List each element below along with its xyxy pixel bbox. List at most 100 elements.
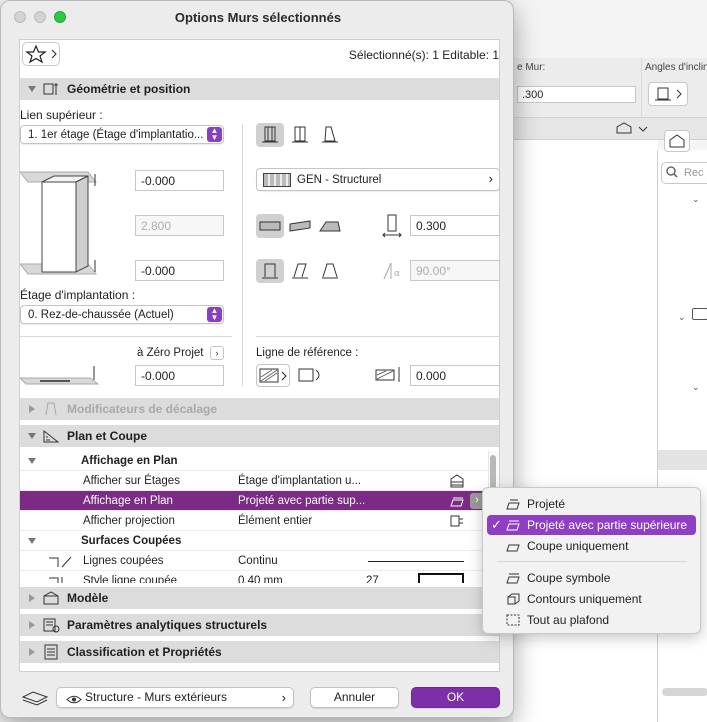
plan-settings-table: Affichage en Plan Afficher sur Étages Ét…	[20, 451, 488, 583]
cancel-button[interactable]: Annuler	[310, 687, 399, 708]
chevron-right-icon: ›	[281, 690, 286, 705]
chevron-down-icon[interactable]: ⌄	[692, 194, 700, 205]
svg-text:α: α	[394, 269, 400, 279]
disclosure-triangle-icon	[29, 621, 35, 629]
home-story-label: Étage d'implantation :	[20, 288, 136, 302]
reference-line-label: Ligne de référence :	[256, 347, 359, 359]
menu-item-contours-uniquement[interactable]: Contours uniquement	[487, 589, 696, 609]
menu-item-projete-partie-superieure[interactable]: ✓ Projeté avec partie supérieure	[487, 515, 696, 535]
projected-overhead-icon	[505, 518, 521, 532]
disclosure-triangle-icon	[28, 433, 36, 439]
group-affichage-plan[interactable]: Affichage en Plan	[20, 451, 488, 471]
folder-icon	[692, 308, 707, 320]
disclosure-triangle-icon	[29, 405, 35, 413]
top-link-select[interactable]: 1. 1er étage (Étage d'implantatio... ▲ ▼	[20, 125, 224, 144]
title-bar[interactable]: Options Murs sélectionnés	[1, 1, 513, 33]
wall-inclined-icon[interactable]	[286, 259, 314, 283]
menu-item-coupe-uniquement[interactable]: Coupe uniquement	[487, 536, 696, 556]
section-offset-modifiers[interactable]: Modificateurs de décalage	[20, 398, 499, 420]
plan-section-icon	[42, 428, 60, 444]
reference-offset-icon	[374, 364, 406, 386]
group-surfaces-coupees[interactable]: Surfaces Coupées	[20, 531, 488, 551]
wall-slanted-icon[interactable]	[286, 214, 314, 238]
zero-project-field[interactable]: -0.000	[135, 365, 224, 386]
section-title: Géométrie et position	[67, 82, 191, 96]
height-field: 2.800	[135, 215, 224, 236]
top-offset-field[interactable]: -0.000	[135, 170, 224, 191]
zero-project-diagram	[18, 364, 100, 386]
view-icon[interactable]	[615, 121, 649, 137]
reference-line-button[interactable]	[256, 364, 290, 387]
model-icon	[42, 590, 60, 606]
table-row[interactable]: Afficher projection Élément entier	[20, 511, 488, 531]
scrollbar[interactable]	[662, 688, 707, 696]
section-plan-coupe[interactable]: Plan et Coupe	[20, 425, 499, 447]
chevron-down-icon[interactable]: ⌄	[678, 312, 686, 323]
reference-offset-field[interactable]: 0.000	[410, 365, 500, 386]
offset-modifier-icon	[42, 401, 60, 417]
overhead-all-icon	[505, 613, 521, 627]
disclosure-triangle-icon	[28, 458, 36, 464]
table-row[interactable]: Lignes coupées Continu	[20, 551, 488, 571]
wall-basic-icon[interactable]	[256, 214, 284, 238]
layer-select[interactable]: Structure - Murs extérieurs ›	[56, 687, 294, 708]
navigator-tree[interactable]: Rec ⌄ ⌄ ⌄	[657, 130, 707, 722]
wall-settings-dialog: Options Murs sélectionnés Sélectionné(s)…	[0, 0, 514, 718]
wall-polygonal-icon[interactable]	[316, 123, 344, 147]
eye-icon	[66, 692, 82, 711]
composite-select[interactable]: GEN - Structurel ›	[256, 168, 500, 191]
chevron-down-icon[interactable]: ⌄	[692, 382, 700, 393]
display-options-popup: Projeté ✓ Projeté avec partie supérieure…	[482, 487, 701, 634]
disclosure-triangle-icon	[29, 648, 35, 656]
composite-icon	[263, 173, 291, 187]
search-icon	[666, 166, 678, 181]
section-modele[interactable]: Modèle	[20, 587, 499, 609]
menu-item-coupe-symbole[interactable]: Coupe symbole	[487, 568, 696, 588]
home-icon[interactable]	[664, 130, 690, 152]
flip-reference-icon[interactable]	[296, 364, 324, 387]
angle-icon: α	[381, 260, 405, 282]
menu-item-tout-au-plafond[interactable]: Tout au plafond	[487, 610, 696, 630]
wall-height-diagram	[18, 168, 130, 278]
mur-field[interactable]: .300	[517, 86, 636, 103]
favorites-button[interactable]	[22, 42, 60, 66]
wall-profiled-icon[interactable]	[316, 214, 344, 238]
menu-item-projete[interactable]: Projeté	[487, 494, 696, 514]
projected-icon	[505, 497, 521, 511]
wall-double-slanted-icon[interactable]	[316, 259, 344, 283]
wall-straight-icon[interactable]	[256, 123, 284, 147]
wall-vertical-icon[interactable]	[256, 259, 284, 283]
outlines-icon	[505, 592, 521, 606]
disclosure-triangle-icon	[28, 86, 36, 92]
section-analytics[interactable]: Paramètres analytiques structurels	[20, 614, 499, 636]
table-row[interactable]: Afficher sur Étages Étage d'implantation…	[20, 471, 488, 491]
wall-trapezoid-icon[interactable]	[286, 123, 314, 147]
symbolic-cut-icon	[505, 571, 521, 585]
chevron-updown-icon: ▲ ▼	[207, 307, 222, 322]
table-row[interactable]: Style ligne coupée 0.40 mm 27	[20, 571, 488, 583]
section-classification[interactable]: Classification et Propriétés	[20, 641, 499, 663]
disclosure-triangle-icon	[29, 594, 35, 602]
disclosure-triangle-icon	[28, 538, 36, 544]
cut-line-style-icon	[48, 575, 72, 583]
angles-label: Angles d'inclin	[645, 62, 707, 73]
angle-button[interactable]	[648, 82, 688, 106]
mur-label: e Mur:	[517, 62, 546, 73]
ok-button[interactable]: OK	[411, 687, 500, 708]
line-preview	[368, 561, 464, 562]
classification-icon	[42, 644, 60, 660]
home-story-select[interactable]: 0. Rez-de-chaussée (Actuel) ▲ ▼	[20, 305, 224, 324]
thickness-field[interactable]: 0.300	[410, 215, 500, 236]
analytics-icon	[42, 617, 60, 633]
chevron-right-icon[interactable]: ›	[210, 346, 224, 360]
table-row-selected[interactable]: Affichage en Plan Projeté avec partie su…	[20, 491, 488, 511]
checkmark-icon: ✓	[491, 517, 502, 532]
section-geometry[interactable]: Géométrie et position	[20, 78, 499, 100]
info-box: e Mur: .300 Angles d'inclin	[513, 58, 707, 118]
angle-field: 90.00°	[410, 260, 500, 281]
drawing-canvas[interactable]	[513, 140, 658, 722]
top-link-label: Lien supérieur :	[20, 108, 103, 122]
layer-icon	[21, 687, 49, 707]
pen-preview	[418, 573, 464, 583]
bottom-offset-field[interactable]: -0.000	[135, 260, 224, 281]
